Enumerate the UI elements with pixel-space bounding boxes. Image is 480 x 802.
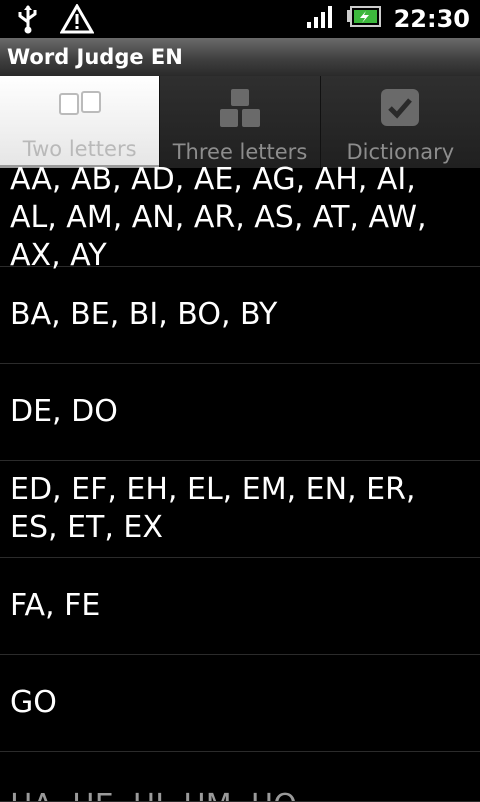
tab-three-letters[interactable]: Three letters [159,76,320,168]
list-item[interactable]: BA, BE, BI, BO, BY [0,267,480,364]
app-title: Word Judge EN [7,45,183,69]
list-item[interactable]: DE, DO [0,364,480,461]
checkbox-icon [379,88,421,132]
list-item[interactable]: FA, FE [0,558,480,655]
list-item[interactable]: ED, EF, EH, EL, EM, EN, ER, ES, ET, EX [0,461,480,558]
list-item-text: BA, BE, BI, BO, BY [10,297,278,332]
warning-icon [59,2,95,38]
title-bar: Word Judge EN [0,38,480,77]
list-item[interactable]: HA, HE, HI, HM, HO [0,752,480,802]
two-squares-icon [57,88,103,122]
list-item-text: AA, AB, AD, AE, AG, AH, AI, AL, AM, AN, … [10,162,427,273]
list-item-text: ED, EF, EH, EL, EM, EN, ER, ES, ET, EX [10,472,416,545]
list-item-text: GO [10,685,57,720]
list-item-text: FA, FE [10,588,101,623]
battery-icon [346,6,382,32]
signal-icon [306,5,334,33]
usb-icon [14,4,42,38]
three-squares-icon [217,88,263,134]
tab-bar: Two letters Three letters Dictionary [0,76,480,168]
list-item[interactable]: GO [0,655,480,752]
status-bar: 22:30 [0,0,480,38]
tab-dictionary[interactable]: Dictionary [319,76,480,168]
tab-two-letters[interactable]: Two letters [0,76,160,168]
clock: 22:30 [393,5,470,33]
list-item-text: DE, DO [10,394,118,429]
word-list: AA, AB, AD, AE, AG, AH, AI, AL, AM, AN, … [0,162,480,802]
tab-label: Two letters [22,137,137,161]
list-item[interactable]: AA, AB, AD, AE, AG, AH, AI, AL, AM, AN, … [0,162,480,273]
